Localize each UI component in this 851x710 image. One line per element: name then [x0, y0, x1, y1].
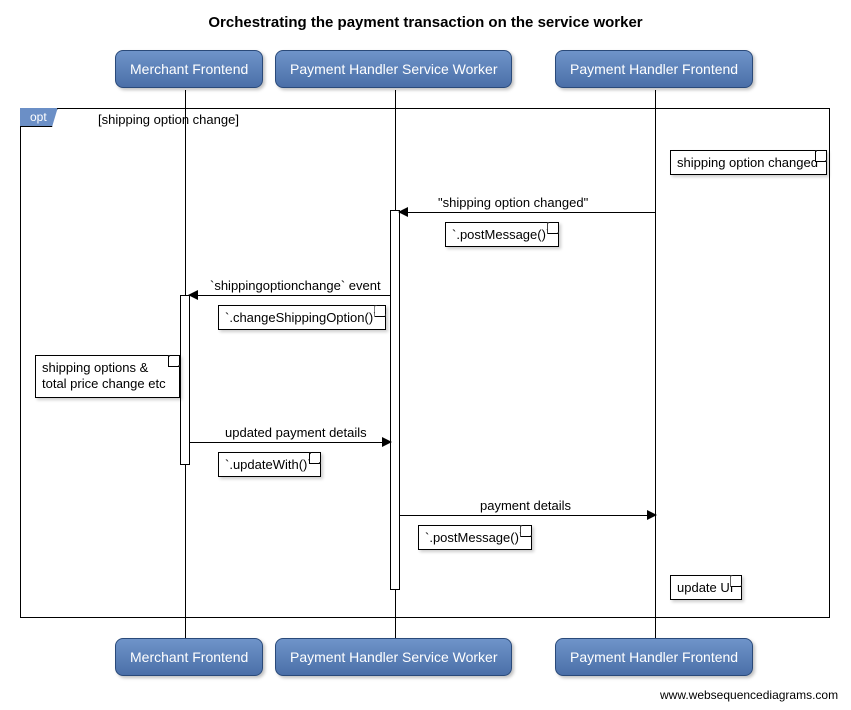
participant-frontend-top: Payment Handler Frontend	[555, 50, 753, 88]
note-update-ui: update UI	[670, 575, 742, 600]
msg-label-3: updated payment details	[225, 425, 367, 440]
msg-sub-3: `.updateWith()`	[218, 452, 321, 477]
arrow-head-2	[188, 290, 198, 300]
arrow-2	[190, 295, 390, 296]
participant-frontend-bottom: Payment Handler Frontend	[555, 638, 753, 676]
arrow-head-4	[647, 510, 657, 520]
diagram-title: Orchestrating the payment transaction on…	[0, 0, 851, 31]
msg-sub-2: `.changeShippingOption()`	[218, 305, 386, 330]
participant-sw-bottom: Payment Handler Service Worker	[275, 638, 512, 676]
msg-label-4: payment details	[480, 498, 571, 513]
arrow-1	[400, 212, 655, 213]
opt-tag: opt	[20, 108, 58, 127]
attribution: www.websequencediagrams.com	[660, 688, 838, 702]
arrow-head-1	[398, 207, 408, 217]
msg-label-1: "shipping option changed"	[438, 195, 588, 210]
note-price-change: shipping options & total price change et…	[35, 355, 180, 398]
msg-sub-1: `.postMessage()`	[445, 222, 559, 247]
msg-label-2: `shippingoptionchange` event	[210, 278, 381, 293]
arrow-3	[190, 442, 390, 443]
arrow-4	[400, 515, 655, 516]
arrow-head-3	[382, 437, 392, 447]
note-shipping-option-changed: shipping option changed	[670, 150, 827, 175]
activation-merchant	[180, 295, 190, 465]
participant-merchant-top: Merchant Frontend	[115, 50, 263, 88]
participant-merchant-bottom: Merchant Frontend	[115, 638, 263, 676]
opt-guard-label: [shipping option change]	[98, 112, 239, 127]
participant-sw-top: Payment Handler Service Worker	[275, 50, 512, 88]
msg-sub-4: `.postMessage()`	[418, 525, 532, 550]
activation-sw	[390, 210, 400, 590]
